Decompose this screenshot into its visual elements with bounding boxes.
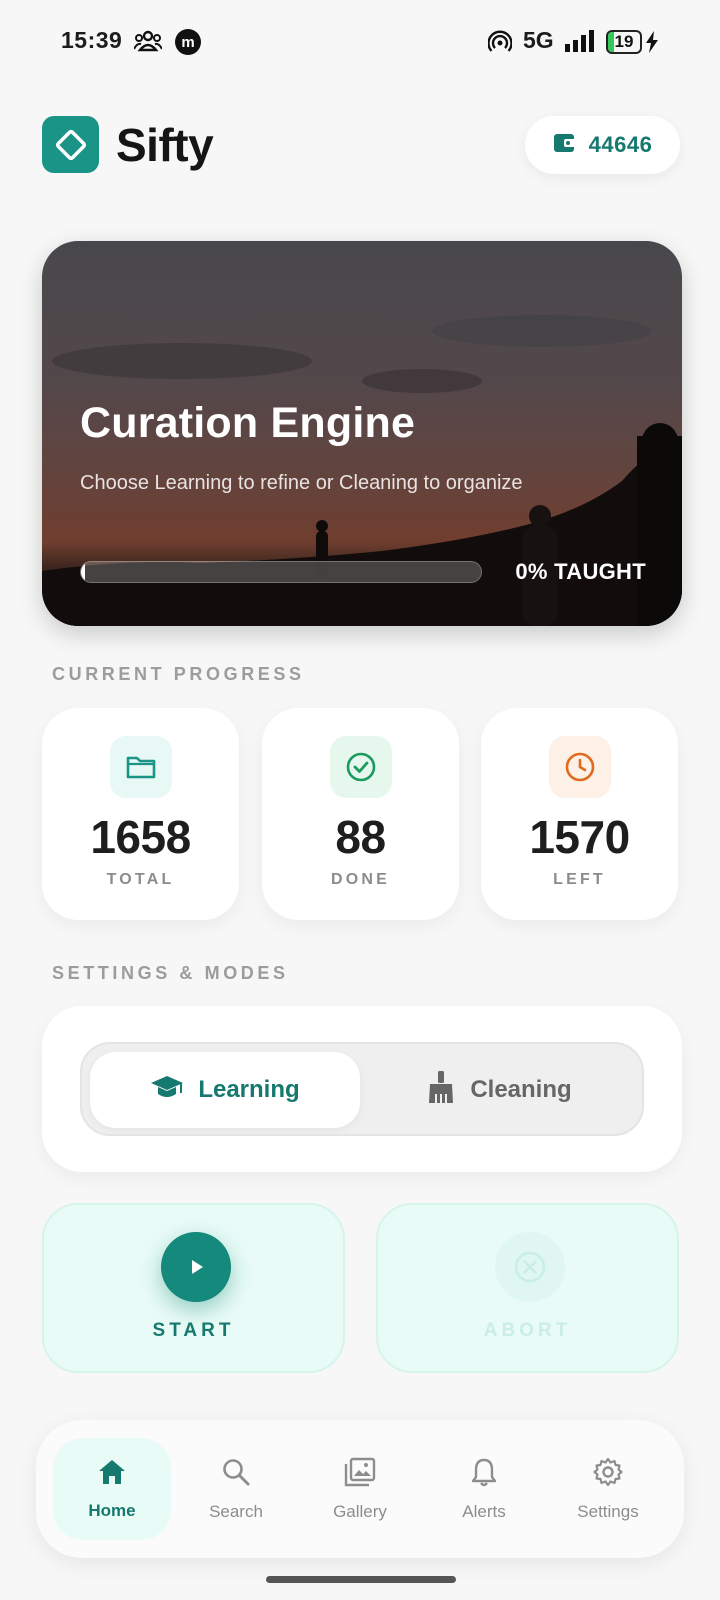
search-icon (221, 1457, 251, 1492)
diamond-logo-icon (42, 116, 99, 173)
coin-value: 44646 (588, 132, 653, 157)
graduation-cap-icon (150, 1073, 184, 1108)
mode-learning-button[interactable]: Learning (90, 1052, 360, 1128)
battery-level: 19 (614, 32, 634, 51)
nav-item-settings[interactable]: Settings (549, 1438, 667, 1540)
status-time: 15:39 (61, 27, 123, 53)
gear-icon (593, 1457, 623, 1492)
hero-title: Curation Engine (80, 399, 416, 447)
nav-item-gallery[interactable]: Gallery (301, 1438, 419, 1540)
section-label-progress: CURRENT PROGRESS (52, 664, 305, 684)
taught-progress-fill (81, 562, 85, 582)
charging-icon (645, 31, 659, 58)
nav-item-search[interactable]: Search (177, 1438, 295, 1540)
coin-balance-chip[interactable]: 44646 (525, 116, 680, 174)
mode-cleaning-label: Cleaning (470, 1076, 572, 1103)
nav-item-alerts[interactable]: Alerts (425, 1438, 543, 1540)
mode-cleaning-button[interactable]: Cleaning (364, 1052, 634, 1128)
abort-label: ABORT (483, 1320, 572, 1341)
start-label: START (152, 1320, 235, 1341)
stat-value-total: 1658 (90, 811, 191, 863)
stat-card-left: 1570 LEFT (481, 708, 678, 920)
nav-item-home[interactable]: Home (53, 1438, 171, 1540)
start-button[interactable]: START (42, 1203, 345, 1373)
people-icon (133, 30, 163, 57)
status-bar: 15:39 m 5G 19 (0, 0, 720, 84)
stat-label-done: DONE (330, 871, 391, 888)
bottom-navigation: Home Search Gallery Alerts Settings (36, 1420, 684, 1558)
abort-x-icon (495, 1232, 565, 1302)
home-indicator[interactable] (266, 1576, 456, 1583)
nav-label-search: Search (209, 1501, 263, 1521)
stat-value-done: 88 (335, 811, 386, 863)
hotspot-icon (487, 30, 513, 59)
wallet-icon (553, 132, 577, 159)
battery-icon: 19 (606, 30, 642, 54)
m-app-icon: m (175, 29, 201, 55)
taught-progress-bar (80, 561, 482, 583)
mode-learning-label: Learning (198, 1076, 300, 1103)
nav-label-home: Home (88, 1500, 136, 1520)
clock-icon (549, 736, 611, 798)
nav-label-settings: Settings (577, 1501, 639, 1521)
stat-card-done: 88 DONE (262, 708, 459, 920)
app-title: Sifty (116, 119, 214, 171)
hero-banner: Curation Engine Choose Learning to refin… (42, 241, 682, 626)
mode-card: Learning Cleaning (42, 1006, 682, 1172)
taught-progress-label: 0% TAUGHT (515, 559, 646, 584)
check-circle-icon (330, 736, 392, 798)
abort-button[interactable]: ABORT (376, 1203, 679, 1373)
stat-value-left: 1570 (529, 811, 630, 863)
play-icon (161, 1232, 231, 1302)
signal-icon (565, 30, 597, 57)
stat-label-left: LEFT (553, 871, 606, 888)
home-icon (97, 1458, 127, 1491)
broom-icon (426, 1070, 456, 1111)
nav-label-alerts: Alerts (462, 1501, 506, 1521)
network-type: 5G (523, 27, 554, 53)
stat-card-total: 1658 TOTAL (42, 708, 239, 920)
mode-toggle: Learning Cleaning (80, 1042, 644, 1136)
gallery-icon (344, 1457, 376, 1492)
hero-subtitle: Choose Learning to refine or Cleaning to… (80, 472, 523, 494)
stat-label-total: TOTAL (106, 871, 175, 888)
section-label-settings: SETTINGS & MODES (52, 963, 289, 983)
folder-icon (110, 736, 172, 798)
bell-icon (470, 1457, 498, 1492)
nav-label-gallery: Gallery (333, 1501, 387, 1521)
